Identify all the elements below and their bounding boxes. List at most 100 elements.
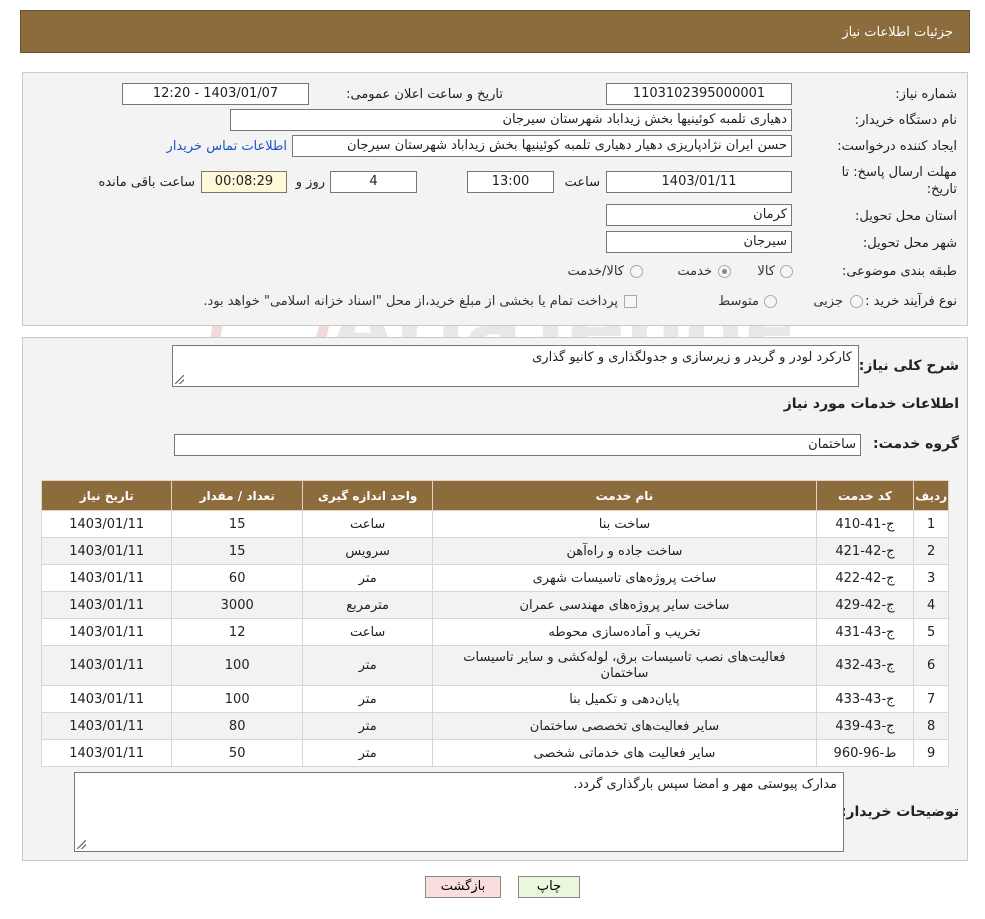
category-radio-service[interactable] <box>718 265 731 278</box>
cell-qty: 3000 <box>171 591 303 619</box>
cell-unit: متر <box>301 712 434 740</box>
deadline-label: مهلت ارسال پاسخ: تا <box>841 165 957 180</box>
col-name: نام خدمت <box>432 480 817 511</box>
table-row: 4 ج-42-429 ساخت سایر پروژه‌های مهندسی عمرا… <box>40 591 949 619</box>
buyer-org-field: دهیاری تلمبه کوئینیها بخش زیداباد شهرستا… <box>230 109 792 131</box>
cell-qty: 80 <box>171 712 303 740</box>
category-option-goods: کالا <box>757 264 775 279</box>
table-row: 1 ج-41-410 ساخت بنا ساعت 15 1403/01/11 <box>40 510 949 538</box>
cell-name: تخریب و آماده‌سازی محوطه <box>432 618 817 646</box>
deadline-date-field: 1403/01/11 <box>606 171 792 193</box>
process-option-minor: جزیی <box>813 294 843 309</box>
resize-handle-icon[interactable] <box>77 840 86 849</box>
cell-row: 7 <box>913 685 949 713</box>
need-info-panel: شماره نیاز: 1103102395000001 تاریخ و ساع… <box>22 72 968 326</box>
cell-unit: مترمربع <box>301 591 434 619</box>
table-row: 2 ج-42-421 ساخت جاده و راه‌آهن سرویس 15 1403/… <box>40 537 949 565</box>
city-label: شهر محل تحویل: <box>862 236 957 251</box>
cell-unit: ساعت <box>301 618 434 646</box>
city-field: سیرجان <box>606 231 792 253</box>
cell-date: 1403/01/11 <box>40 510 173 538</box>
table-row: 3 ج-42-422 ساخت پروژه‌های تاسیسات شهری متر 6… <box>40 564 949 592</box>
cell-unit: ساعت <box>301 510 434 538</box>
process-radio-medium[interactable] <box>764 295 777 308</box>
cell-name: فعالیت‌های نصب تاسیسات برق، لوله‌کشی و س… <box>432 645 817 686</box>
cell-row: 2 <box>913 537 949 565</box>
cell-code: ج-42-421 <box>815 537 915 565</box>
resize-handle-icon[interactable] <box>175 375 184 384</box>
province-label: استان محل تحویل: <box>855 209 957 224</box>
summary-label: شرح کلی نیاز: <box>858 358 959 374</box>
col-code: کد خدمت <box>815 480 915 511</box>
cell-qty: 60 <box>171 564 303 592</box>
cell-unit: سرویس <box>301 537 434 565</box>
cell-name: ساخت پروژه‌های تاسیسات شهری <box>432 564 817 592</box>
announce-field: 1403/01/07 - 12:20 <box>122 83 309 105</box>
cell-date: 1403/01/11 <box>40 618 173 646</box>
cell-date: 1403/01/11 <box>40 712 173 740</box>
cell-code: ج-43-439 <box>815 712 915 740</box>
cell-unit: متر <box>301 564 434 592</box>
page-title: جزئیات اطلاعات نیاز <box>842 25 953 40</box>
cell-unit: متر <box>301 739 434 767</box>
buyer-notes-textarea[interactable]: مدارک پیوستی مهر و امضا سپس بارگذاری گرد… <box>74 772 844 852</box>
col-qty: تعداد / مقدار <box>171 480 303 511</box>
contact-buyer-link[interactable]: اطلاعات تماس خریدار <box>167 139 287 154</box>
need-number-label: شماره نیاز: <box>895 87 957 102</box>
back-button[interactable]: بازگشت <box>425 876 501 898</box>
category-radio-goods-service[interactable] <box>630 265 643 278</box>
cell-code: ج-41-410 <box>815 510 915 538</box>
table-row: 7 ج-43-433 پایان‌دهی و تکمیل بنا متر 100 1403… <box>40 685 949 713</box>
cell-date: 1403/01/11 <box>40 645 173 686</box>
cell-row: 1 <box>913 510 949 538</box>
process-label: نوع فرآیند خرید : <box>865 294 957 309</box>
cell-qty: 15 <box>171 537 303 565</box>
cell-qty: 12 <box>171 618 303 646</box>
category-label: طبقه بندی موضوعی: <box>841 264 957 279</box>
cell-date: 1403/01/11 <box>40 537 173 565</box>
category-radio-goods[interactable] <box>780 265 793 278</box>
cell-name: ساخت سایر پروژه‌های مهندسی عمران <box>432 591 817 619</box>
cell-qty: 50 <box>171 739 303 767</box>
col-date: تاریخ نیاز <box>40 480 173 511</box>
cell-code: ج-43-432 <box>815 645 915 686</box>
buyer-notes-text: مدارک پیوستی مهر و امضا سپس بارگذاری گرد… <box>573 777 837 792</box>
cell-name: پایان‌دهی و تکمیل بنا <box>432 685 817 713</box>
payment-note: پرداخت تمام یا بخشی از مبلغ خرید،از محل … <box>203 294 618 309</box>
cell-date: 1403/01/11 <box>40 739 173 767</box>
process-radio-minor[interactable] <box>850 295 863 308</box>
cell-qty: 100 <box>171 645 303 686</box>
cell-date: 1403/01/11 <box>40 685 173 713</box>
days-field: 4 <box>330 171 417 193</box>
services-panel: شرح کلی نیاز: کارکرد لودر و گریدر و زیرس… <box>22 337 968 861</box>
deadline-label-2: تاریخ: <box>926 182 957 197</box>
cell-qty: 100 <box>171 685 303 713</box>
creator-label: ایجاد کننده درخواست: <box>837 139 957 154</box>
announce-label: تاریخ و ساعت اعلان عمومی: <box>346 87 503 102</box>
col-unit: واحد اندازه گیری <box>301 480 434 511</box>
print-button[interactable]: چاپ <box>518 876 580 898</box>
cell-row: 4 <box>913 591 949 619</box>
cell-name: سایر فعالیت های خدماتی شخصی <box>432 739 817 767</box>
cell-row: 5 <box>913 618 949 646</box>
cell-code: ج-43-431 <box>815 618 915 646</box>
cell-unit: متر <box>301 645 434 686</box>
table-row: 8 ج-43-439 سایر فعالیت‌های تخصصی ساختمان مت… <box>40 712 949 740</box>
cell-code: ط-96-960 <box>815 739 915 767</box>
services-table: ردیف کد خدمت نام خدمت واحد اندازه گیری ت… <box>40 480 949 767</box>
table-row: 5 ج-43-431 تخریب و آماده‌سازی محوطه ساعت 12 1… <box>40 618 949 646</box>
process-option-medium: متوسط <box>718 294 759 309</box>
service-group-label: گروه خدمت: <box>873 436 959 452</box>
creator-field: حسن ایران نژادپاریزی دهیار دهیاری تلمبه … <box>292 135 792 157</box>
buyer-org-label: نام دستگاه خریدار: <box>854 113 957 128</box>
cell-date: 1403/01/11 <box>40 591 173 619</box>
summary-textarea[interactable]: کارکرد لودر و گریدر و زیرسازی و جدولگذار… <box>172 345 859 387</box>
summary-text: کارکرد لودر و گریدر و زیرسازی و جدولگذار… <box>532 350 852 365</box>
table-row: 9 ط-96-960 سایر فعالیت های خدماتی شخصی متر 5… <box>40 739 949 767</box>
province-field: کرمان <box>606 204 792 226</box>
treasury-checkbox[interactable] <box>624 295 637 308</box>
cell-name: ساخت جاده و راه‌آهن <box>432 537 817 565</box>
cell-row: 3 <box>913 564 949 592</box>
col-row: ردیف <box>913 480 949 511</box>
services-section-title: اطلاعات خدمات مورد نیاز <box>783 396 959 412</box>
